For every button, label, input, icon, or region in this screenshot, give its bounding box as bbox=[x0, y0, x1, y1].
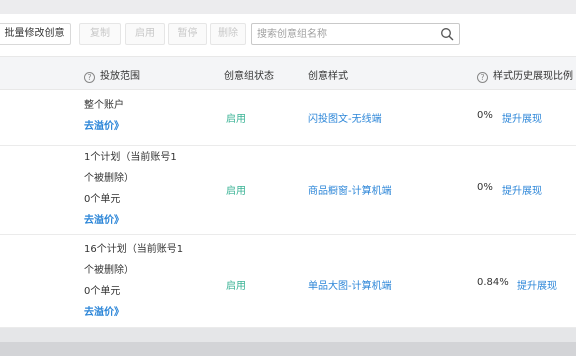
search-icon[interactable] bbox=[440, 27, 454, 41]
table-row: 16个计划（当前账号1 个被删除） 0个单元 去溢价》 启用 单品大图-计算机端… bbox=[0, 235, 576, 328]
copy-button[interactable]: 复制 bbox=[79, 23, 121, 45]
table-header: ? 投放范围 创意组状态 创意样式 ? 样式历史展现比例 bbox=[0, 56, 576, 90]
horizontal-scrollbar[interactable] bbox=[0, 328, 576, 342]
status-badge: 启用 bbox=[226, 114, 246, 125]
help-icon[interactable]: ? bbox=[84, 72, 95, 83]
header-history: ? 样式历史展现比例 bbox=[477, 67, 573, 83]
status-badge: 启用 bbox=[226, 281, 246, 292]
scope-line: 个被删除） bbox=[84, 265, 134, 276]
style-link[interactable]: 单品大图-计算机端 bbox=[308, 277, 392, 292]
history-ratio: 0% bbox=[477, 110, 493, 121]
scope-line: 个被删除） bbox=[84, 173, 134, 184]
help-icon[interactable]: ? bbox=[477, 72, 488, 83]
scope-line: 1个计划（当前账号1 bbox=[84, 152, 177, 163]
enable-button[interactable]: 启用 bbox=[125, 23, 165, 45]
toolbar: 批量修改创意 复制 启用 暂停 删除 bbox=[0, 14, 576, 56]
status-badge: 启用 bbox=[226, 186, 246, 197]
search-input[interactable] bbox=[252, 24, 432, 44]
header-style: 创意样式 bbox=[308, 71, 348, 82]
header-scope: ? 投放范围 bbox=[84, 67, 140, 83]
style-link[interactable]: 商品橱窗-计算机端 bbox=[308, 182, 392, 197]
pause-button[interactable]: 暂停 bbox=[168, 23, 207, 45]
bottom-strip bbox=[0, 342, 576, 356]
header-status: 创意组状态 bbox=[224, 71, 274, 82]
scope-cell: 1个计划（当前账号1 个被删除） 0个单元 去溢价》 bbox=[84, 149, 177, 233]
table-row: 整个账户 去溢价》 启用 闪投图文-无线端 0% 提升展现 bbox=[0, 90, 576, 146]
scope-line: 16个计划（当前账号1 bbox=[84, 244, 184, 255]
header-scope-label: 投放范围 bbox=[100, 71, 140, 82]
improve-link[interactable]: 提升展现 bbox=[502, 182, 542, 197]
scope-cell: 整个账户 去溢价》 bbox=[84, 97, 124, 139]
scope-line: 0个单元 bbox=[84, 194, 121, 205]
scope-line: 0个单元 bbox=[84, 286, 121, 297]
improve-link[interactable]: 提升展现 bbox=[502, 110, 542, 125]
search-box bbox=[251, 23, 460, 45]
history-ratio: 0.84% bbox=[477, 277, 509, 288]
bid-premium-link[interactable]: 去溢价》 bbox=[84, 304, 183, 325]
bid-premium-link[interactable]: 去溢价》 bbox=[84, 118, 124, 139]
style-link[interactable]: 闪投图文-无线端 bbox=[308, 110, 382, 125]
top-strip bbox=[0, 0, 576, 14]
delete-button[interactable]: 删除 bbox=[210, 23, 246, 45]
improve-link[interactable]: 提升展现 bbox=[517, 277, 557, 292]
history-ratio: 0% bbox=[477, 182, 493, 193]
bid-premium-link[interactable]: 去溢价》 bbox=[84, 212, 177, 233]
table-row: 1个计划（当前账号1 个被删除） 0个单元 去溢价》 启用 商品橱窗-计算机端 … bbox=[0, 146, 576, 235]
scope-cell: 16个计划（当前账号1 个被删除） 0个单元 去溢价》 bbox=[84, 241, 183, 325]
batch-edit-button[interactable]: 批量修改创意 bbox=[0, 23, 71, 45]
header-history-label: 样式历史展现比例 bbox=[493, 71, 573, 82]
scope-line: 整个账户 bbox=[84, 100, 124, 111]
